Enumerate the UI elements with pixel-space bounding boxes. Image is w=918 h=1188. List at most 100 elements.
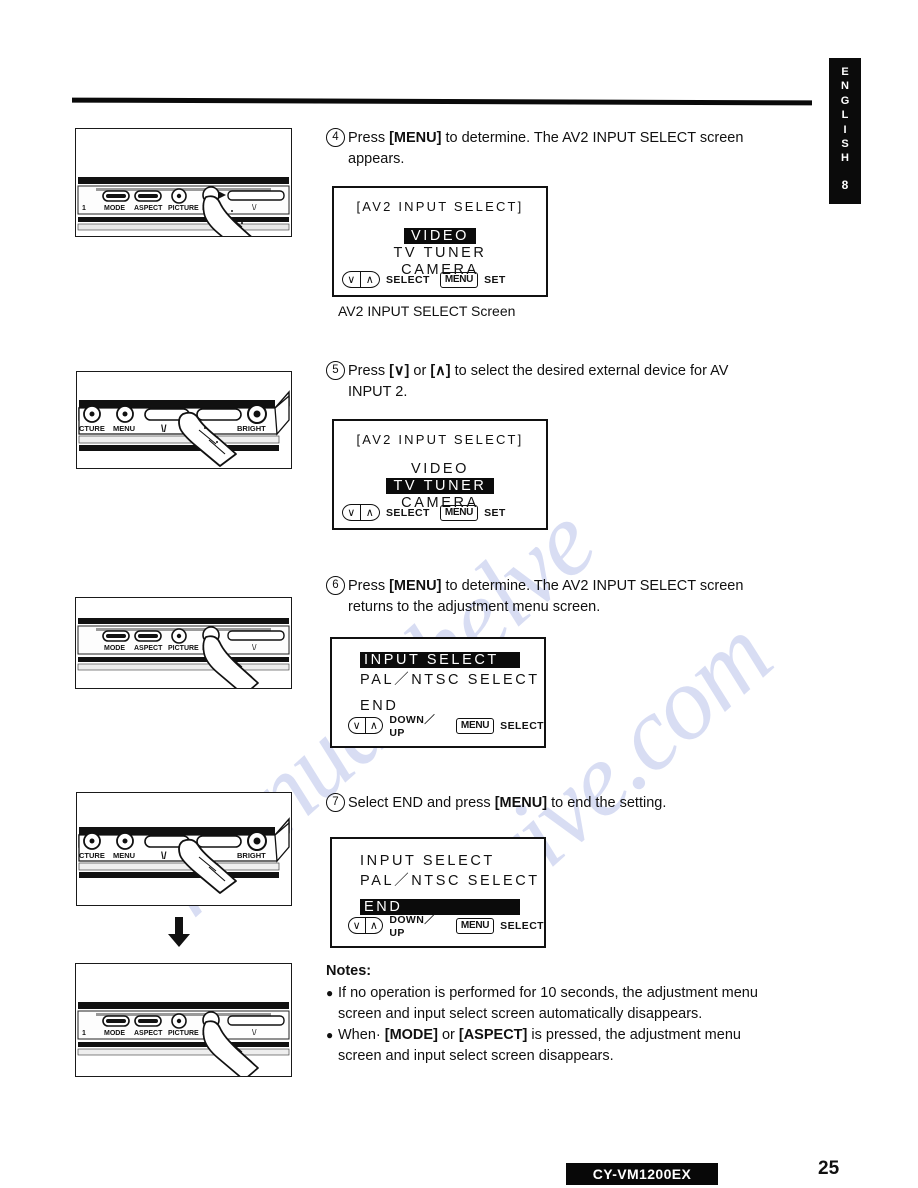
step-7-text-before: Select END and press (348, 795, 495, 811)
down-key-icon[interactable]: ∨ (348, 917, 366, 934)
svg-text:PICTURE: PICTURE (168, 645, 199, 652)
down-key-icon[interactable]: ∨ (342, 504, 361, 521)
language-section-tab: E N G L I S H 8 (829, 58, 861, 204)
note-item: ● When· [MODE] or [ASPECT] is pressed, t… (326, 1025, 818, 1067)
note-2-line1: When· [MODE] or [ASPECT] is pressed, the… (338, 1025, 818, 1046)
svg-text:ASPECT: ASPECT (134, 1030, 163, 1037)
illustration-front-panel-menu-press-1: MODE ASPECT PICTURE MENU 1 \/ (75, 128, 292, 237)
step-7: 7 Select END and press [MENU] to end the… (326, 793, 818, 814)
lang-letter: E (841, 66, 849, 78)
osd-footer-downup-label: DOWN／UP (389, 714, 436, 739)
menu-key-icon[interactable]: MENU (455, 717, 495, 734)
step-7-menu-key: [MENU] (494, 795, 548, 811)
note-1-line1: If no operation is performed for 10 seco… (338, 985, 758, 1001)
down-key-icon[interactable]: ∨ (348, 717, 366, 734)
lang-letter: I (843, 123, 847, 136)
svg-text:PICTURE: PICTURE (168, 205, 199, 212)
up-key-icon[interactable]: ∧ (361, 504, 380, 521)
osd-row-pal-ntsc-select[interactable]: PAL／NTSC SELECT (360, 869, 544, 890)
notes-section: Notes: ● If no operation is performed fo… (326, 963, 818, 1067)
footer-page-number: 25 (818, 1158, 840, 1179)
osd-footer: ∨ ∧ SELECT MENU SET (342, 271, 506, 288)
step-5-down-key: [∨] (389, 363, 410, 379)
osd-av2-input-select-video: [AV2 INPUT SELECT] VIDEO TV TUNER CAMERA… (332, 186, 548, 297)
flow-down-arrow-icon (167, 917, 191, 952)
step-number: 4 (326, 128, 345, 147)
menu-key-icon[interactable]: MENU (439, 271, 479, 288)
step-5-up-key: [∧] (430, 363, 451, 379)
illustration-front-panel-menu-press-2: MODE ASPECT PICTURE MENU \/ (75, 597, 292, 689)
svg-text:MODE: MODE (104, 205, 125, 212)
osd-row-video[interactable]: VIDEO (403, 228, 477, 244)
illustration-front-panel-down-press-2: CTURE MENU \/ BRIGHT (76, 792, 292, 906)
step-6-menu-key: [MENU] (389, 578, 442, 594)
step-6: 6 Press [MENU] to determine. The AV2 INP… (326, 576, 818, 618)
step-4-menu-key: [MENU] (389, 130, 442, 146)
svg-text:PICTURE: PICTURE (168, 1030, 199, 1037)
osd-footer: ∨ ∧ DOWN／UP MENU SELECT (348, 912, 544, 939)
step-number: 7 (326, 793, 345, 812)
note-2-mid: or (437, 1027, 459, 1043)
up-key-icon[interactable]: ∧ (365, 717, 384, 734)
osd-row-tv-tuner[interactable]: TV TUNER (386, 478, 494, 494)
step-6-text-mid: to determine. The AV2 INPUT SELECT scree… (441, 578, 744, 594)
svg-text:\/: \/ (252, 643, 257, 652)
svg-text:\/: \/ (252, 203, 257, 212)
note-2-prefix: When· (338, 1027, 385, 1043)
osd-row-input-select[interactable]: INPUT SELECT (360, 652, 520, 668)
step-6-line2: returns to the adjustment menu screen. (348, 599, 601, 615)
osd-footer-select-label: SELECT (386, 506, 430, 519)
note-item: ● If no operation is performed for 10 se… (326, 983, 818, 1025)
svg-text:MODE: MODE (104, 645, 125, 652)
osd-caption-1: AV2 INPUT SELECT Screen (338, 303, 516, 319)
osd-adjustment-menu-input-select: INPUT SELECT PAL／NTSC SELECT END ∨ ∧ DOW… (330, 637, 546, 748)
step-4-text-before: Press (348, 130, 390, 146)
illustration-front-panel-menu-press-3: 1 MODE ASPECT PICTURE MENU \/ (75, 963, 292, 1077)
bullet-icon: ● (326, 986, 334, 1000)
svg-text:ASPECT: ASPECT (134, 205, 163, 212)
up-key-icon[interactable]: ∧ (361, 271, 380, 288)
note-2-line2: screen and input select screen disappear… (338, 1048, 614, 1064)
bullet-icon: ● (326, 1028, 334, 1042)
step-6-text: Press [MENU] to determine. The AV2 INPUT… (326, 576, 818, 597)
osd-footer-select-label: SELECT (500, 719, 544, 732)
svg-text:BRIGHT: BRIGHT (237, 851, 266, 860)
osd-footer-downup-label: DOWN／UP (389, 914, 436, 939)
step-5-line2: INPUT 2. (348, 384, 408, 400)
menu-key-icon[interactable]: MENU (439, 504, 479, 521)
osd-footer-select-label: SELECT (500, 919, 544, 932)
osd-title: [AV2 INPUT SELECT] (356, 199, 524, 214)
footer-model-badge: CY-VM1200EX (566, 1163, 718, 1185)
osd-row-tv-tuner[interactable]: TV TUNER (334, 245, 546, 261)
lang-letter: S (841, 138, 849, 151)
svg-text:1: 1 (82, 1030, 86, 1037)
step-5-text-b: or (409, 363, 431, 379)
svg-text:MODE: MODE (104, 1030, 125, 1037)
step-4-text-mid: to determine. The AV2 INPUT SELECT scree… (441, 130, 744, 146)
svg-text:CTURE: CTURE (79, 851, 105, 860)
note-2-aspect-key: [ASPECT] (458, 1027, 528, 1043)
lang-letter: L (841, 109, 849, 122)
svg-text:\/: \/ (252, 1028, 257, 1037)
note-2-mode-key: [MODE] (384, 1027, 438, 1043)
svg-text:\/: \/ (161, 424, 167, 435)
step-7-text-mid: to end the setting. (547, 795, 667, 811)
menu-key-icon[interactable]: MENU (455, 917, 495, 934)
lang-letter: H (841, 152, 849, 165)
step-number: 5 (326, 361, 345, 380)
svg-text:MENU: MENU (113, 424, 135, 433)
up-key-icon[interactable]: ∧ (365, 917, 384, 934)
svg-text:\/: \/ (161, 851, 167, 862)
lang-letter: G (840, 94, 850, 107)
step-number: 6 (326, 576, 345, 595)
down-key-icon[interactable]: ∨ (342, 271, 361, 288)
osd-footer-select-label: SELECT (386, 273, 430, 286)
osd-row-pal-ntsc-select[interactable]: PAL／NTSC SELECT (360, 668, 544, 689)
osd-row-video[interactable]: VIDEO (334, 461, 546, 477)
osd-row-input-select[interactable]: INPUT SELECT (360, 853, 544, 869)
step-4-text: Press [MENU] to determine. The AV2 INPUT… (326, 128, 818, 149)
step-7-text: Select END and press [MENU] to end the s… (326, 793, 818, 814)
section-number: 8 (841, 177, 849, 192)
osd-footer-set-label: SET (484, 273, 506, 286)
svg-text:ASPECT: ASPECT (134, 645, 163, 652)
